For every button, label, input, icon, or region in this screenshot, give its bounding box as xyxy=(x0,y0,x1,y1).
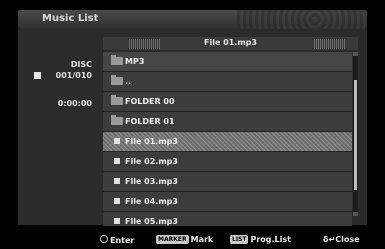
music-file-icon xyxy=(103,152,125,171)
music-file-icon-shape xyxy=(114,138,120,144)
scroll-up-cap[interactable] xyxy=(353,52,358,56)
list-item-label: File 01.mp3 xyxy=(125,137,178,146)
music-file-icon-shape xyxy=(114,198,120,204)
folder-icon-shape xyxy=(111,95,123,105)
current-file-header: File 01.mp3 xyxy=(103,37,358,50)
enter-circle-icon xyxy=(100,235,108,243)
folder-up-icon-shape xyxy=(111,75,123,85)
list-item[interactable]: File 01.mp3 xyxy=(103,132,352,152)
list-item[interactable]: FOLDER 00 xyxy=(103,92,352,112)
close-label: Close xyxy=(335,235,360,244)
window-title: Music List xyxy=(42,13,99,24)
music-file-icon xyxy=(103,132,125,151)
folder-icon xyxy=(103,112,125,131)
music-file-icon-shape xyxy=(114,218,120,224)
scroll-down-cap[interactable] xyxy=(353,212,358,216)
list-item-label: File 03.mp3 xyxy=(125,177,178,186)
disc-label: DISC xyxy=(70,60,92,69)
list-item-label: .. xyxy=(125,77,132,86)
close-symbol-icon: δ↵ xyxy=(323,235,336,244)
list-item[interactable]: MP3 xyxy=(103,52,352,72)
scroll-thumb[interactable] xyxy=(354,80,357,190)
list-item-label: FOLDER 00 xyxy=(125,97,175,106)
folder-icon-shape xyxy=(111,115,123,125)
mark-label: Mark xyxy=(190,235,214,244)
folder-icon-shape xyxy=(111,55,123,65)
list-item-label: MP3 xyxy=(125,57,145,66)
disc-info-panel: DISC 001/010 0:00:00 xyxy=(18,29,102,225)
header-decoration-right xyxy=(314,39,346,49)
music-file-icon xyxy=(103,192,125,211)
marker-key: MARKER xyxy=(156,235,189,244)
prog-list-label: Prog.List xyxy=(250,235,291,244)
close-hint[interactable]: δ↵Close xyxy=(323,235,360,244)
file-list: MP3.. FOLDER 00 FOLDER 01 File 01.mp3 File 0… xyxy=(103,52,352,232)
folder-up-icon xyxy=(103,72,125,91)
list-item-label: File 04.mp3 xyxy=(125,197,178,206)
music-file-icon-shape xyxy=(114,178,120,184)
mark-hint[interactable]: MARKER Mark xyxy=(156,235,213,244)
track-count: 001/010 xyxy=(55,71,92,80)
music-file-icon xyxy=(103,172,125,191)
music-file-icon-shape xyxy=(114,158,120,164)
title-bar: Music List xyxy=(18,10,367,29)
list-item[interactable]: File 04.mp3 xyxy=(103,192,352,212)
list-item-label: File 02.mp3 xyxy=(125,157,178,166)
elapsed-time: 0:00:00 xyxy=(57,99,92,108)
list-item[interactable]: FOLDER 01 xyxy=(103,112,352,132)
enter-label: Enter xyxy=(110,236,135,245)
list-item[interactable]: File 02.mp3 xyxy=(103,152,352,172)
folder-icon xyxy=(103,92,125,111)
list-item[interactable]: File 03.mp3 xyxy=(103,172,352,192)
enter-hint[interactable]: Enter xyxy=(100,235,134,245)
list-item-label: FOLDER 01 xyxy=(125,117,175,126)
scrollbar[interactable] xyxy=(353,52,358,216)
music-list-screen: Music List DISC 001/010 0:00:00 File 01.… xyxy=(0,0,385,249)
folder-icon xyxy=(103,52,125,71)
list-item[interactable]: .. xyxy=(103,72,352,92)
title-decoration xyxy=(237,10,367,29)
stop-square-icon xyxy=(34,72,41,79)
list-key: LIST xyxy=(230,235,249,244)
footer-hints: Enter MARKER Mark LIST Prog.List δ↵Close xyxy=(0,226,385,249)
prog-list-hint[interactable]: LIST Prog.List xyxy=(230,235,291,244)
list-item-label: File 05.mp3 xyxy=(125,217,178,226)
